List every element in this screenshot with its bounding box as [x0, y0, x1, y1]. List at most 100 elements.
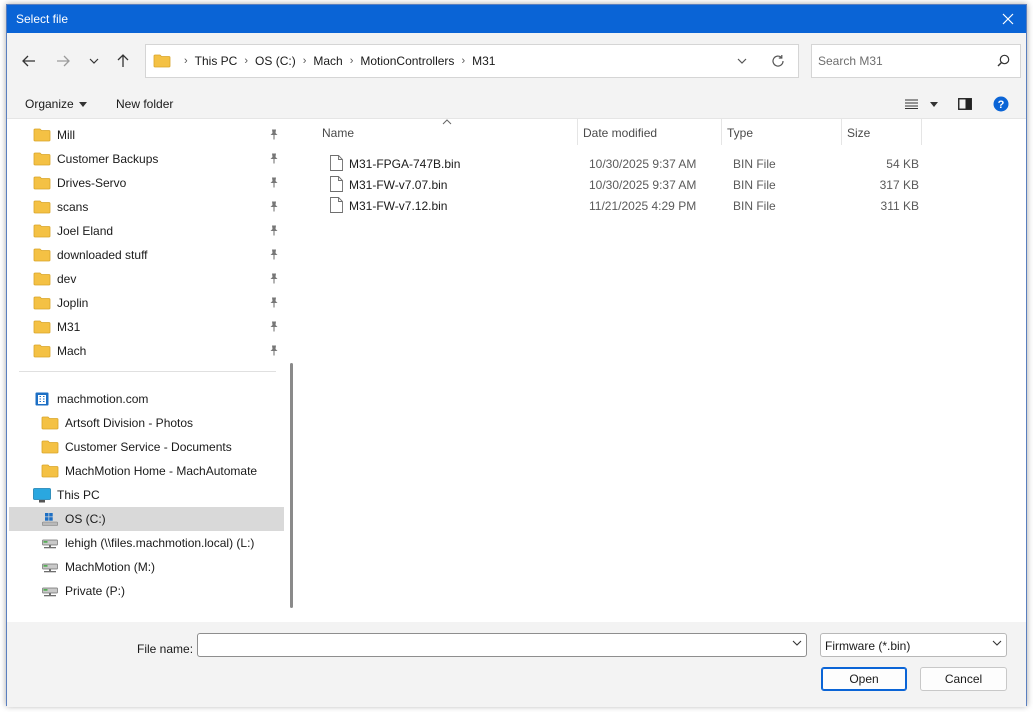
breadcrumb-separator: › [244, 55, 249, 67]
breadcrumb-item[interactable]: M31 [472, 54, 495, 68]
quick-access-label: Drives-Servo [57, 176, 127, 190]
file-row[interactable]: M31-FPGA-747B.bin 10/30/2025 9:37 AM BIN F… [301, 154, 921, 175]
breadcrumb-item[interactable]: Mach [313, 54, 342, 68]
back-button[interactable] [18, 50, 40, 72]
nav-scrollbar[interactable] [290, 363, 293, 608]
folder-icon [33, 271, 51, 287]
quick-access-item[interactable]: downloaded stuff [7, 243, 287, 267]
forward-button[interactable] [52, 50, 74, 72]
file-row[interactable]: M31-FW-v7.07.bin 10/30/2025 9:37 AM BIN Fi… [301, 175, 921, 196]
breadcrumb-separator: › [349, 55, 354, 67]
breadcrumb-item[interactable]: OS (C:) [255, 54, 296, 68]
quick-access-label: Joplin [57, 296, 89, 310]
nav-location-item[interactable]: Private (P:) [7, 579, 287, 603]
pin-icon[interactable] [269, 177, 279, 191]
preview-pane-icon [958, 98, 972, 110]
nav-location-item[interactable]: This PC [7, 483, 287, 507]
pin-icon[interactable] [269, 201, 279, 215]
nav-location-item[interactable]: MachMotion Home - MachAutomate [7, 459, 287, 483]
nav-location-label: lehigh (\\files.machmotion.local) (L:) [65, 536, 255, 550]
file-name-cell: M31-FW-v7.07.bin [349, 178, 448, 192]
pin-icon[interactable] [269, 129, 279, 143]
file-date-cell: 11/21/2025 4:29 PM [589, 199, 697, 213]
search-input[interactable] [818, 51, 988, 71]
quick-access-label: Joel Eland [57, 224, 114, 238]
breadcrumb-separator: › [184, 55, 188, 67]
nav-location-item[interactable]: machmotion.com [7, 387, 287, 411]
quick-access-item[interactable]: Joplin [7, 291, 287, 315]
nav-location-item[interactable]: OS (C:) [9, 507, 284, 531]
file-size-cell: 54 KB [886, 157, 919, 171]
quick-access-item[interactable]: Customer Backups [7, 147, 287, 171]
quick-access-item[interactable]: M31 [7, 315, 287, 339]
file-icon [330, 155, 343, 174]
file-row[interactable]: M31-FW-v7.12.bin 11/21/2025 4:29 PM BIN Fi… [301, 196, 921, 217]
pin-icon[interactable] [269, 153, 279, 167]
nav-location-item[interactable]: Customer Service - Documents [7, 435, 287, 459]
file-name-combobox[interactable] [197, 633, 807, 657]
pin-icon[interactable] [269, 273, 279, 287]
nav-location-label: Private (P:) [65, 584, 126, 598]
breadcrumb: › This PC › OS (C:) › Mach › MotionContr… [153, 45, 495, 77]
file-type-cell: BIN File [733, 157, 776, 171]
address-history-button[interactable] [734, 53, 750, 69]
new-folder-button[interactable]: New folder [116, 97, 173, 111]
breadcrumb-item[interactable]: This PC [195, 54, 238, 68]
quick-access-item[interactable]: dev [7, 267, 287, 291]
refresh-button[interactable] [770, 53, 786, 69]
column-header-name[interactable]: Name [322, 119, 354, 147]
pin-icon[interactable] [269, 225, 279, 239]
nav-location-item[interactable]: Artsoft Division - Photos [7, 411, 287, 435]
preview-pane-button[interactable] [955, 94, 975, 114]
folder-icon [33, 223, 51, 239]
quick-access-item[interactable]: Joel Eland [7, 219, 287, 243]
nav-location-item[interactable]: lehigh (\\files.machmotion.local) (L:) [7, 531, 287, 555]
cancel-button[interactable]: Cancel [920, 667, 1007, 691]
column-divider[interactable] [841, 119, 842, 145]
address-bar[interactable]: › This PC › OS (C:) › Mach › MotionContr… [145, 44, 799, 78]
organize-button[interactable]: Organize [25, 97, 87, 111]
file-type-cell: BIN File [733, 178, 776, 192]
pin-icon[interactable] [269, 249, 279, 263]
quick-access-item[interactable]: Mach [7, 339, 287, 363]
file-icon [330, 176, 343, 195]
file-dialog: Select file › This PC › OS (C:) › Mach ›… [6, 4, 1027, 707]
recent-locations-button[interactable] [83, 50, 105, 72]
column-header-type[interactable]: Type [727, 119, 753, 147]
up-button[interactable] [112, 50, 134, 72]
file-type-select[interactable]: Firmware (*.bin) [820, 633, 1007, 657]
arrow-up-icon [117, 54, 129, 67]
folder-icon [41, 463, 59, 479]
building-icon [33, 391, 51, 407]
chevron-down-icon[interactable] [792, 640, 802, 646]
open-button[interactable]: Open [821, 667, 907, 691]
file-name-cell: M31-FW-v7.12.bin [349, 199, 448, 213]
file-list: Name Date modified Type Size M31-FPGA-74… [301, 119, 1026, 622]
breadcrumb-item[interactable]: MotionControllers [360, 54, 454, 68]
help-button[interactable]: ? [991, 94, 1011, 114]
column-header-date[interactable]: Date modified [583, 119, 657, 147]
column-divider[interactable] [577, 119, 578, 145]
column-name-label: Name [322, 126, 355, 140]
quick-access-item[interactable]: Drives-Servo [7, 171, 287, 195]
file-name-input[interactable] [203, 637, 773, 653]
navigation-row: › This PC › OS (C:) › Mach › MotionContr… [7, 33, 1026, 89]
close-button[interactable] [990, 5, 1026, 33]
quick-access-item[interactable]: Mill [7, 123, 287, 147]
nav-location-label: MachMotion Home - MachAutomate [65, 464, 258, 478]
column-divider[interactable] [721, 119, 722, 145]
nav-location-label: MachMotion (M:) [65, 560, 156, 574]
pin-icon[interactable] [269, 345, 279, 359]
help-icon: ? [993, 96, 1009, 112]
column-header-size[interactable]: Size [847, 119, 870, 147]
quick-access-label: Customer Backups [57, 152, 159, 166]
change-view-button[interactable] [901, 94, 941, 114]
quick-access-label: M31 [57, 320, 81, 334]
pin-icon[interactable] [269, 321, 279, 335]
nav-location-item[interactable]: MachMotion (M:) [7, 555, 287, 579]
quick-access-item[interactable]: scans [7, 195, 287, 219]
search-box[interactable] [811, 44, 1021, 78]
cancel-label: Cancel [944, 672, 983, 686]
pin-icon[interactable] [269, 297, 279, 311]
column-divider[interactable] [921, 119, 922, 145]
